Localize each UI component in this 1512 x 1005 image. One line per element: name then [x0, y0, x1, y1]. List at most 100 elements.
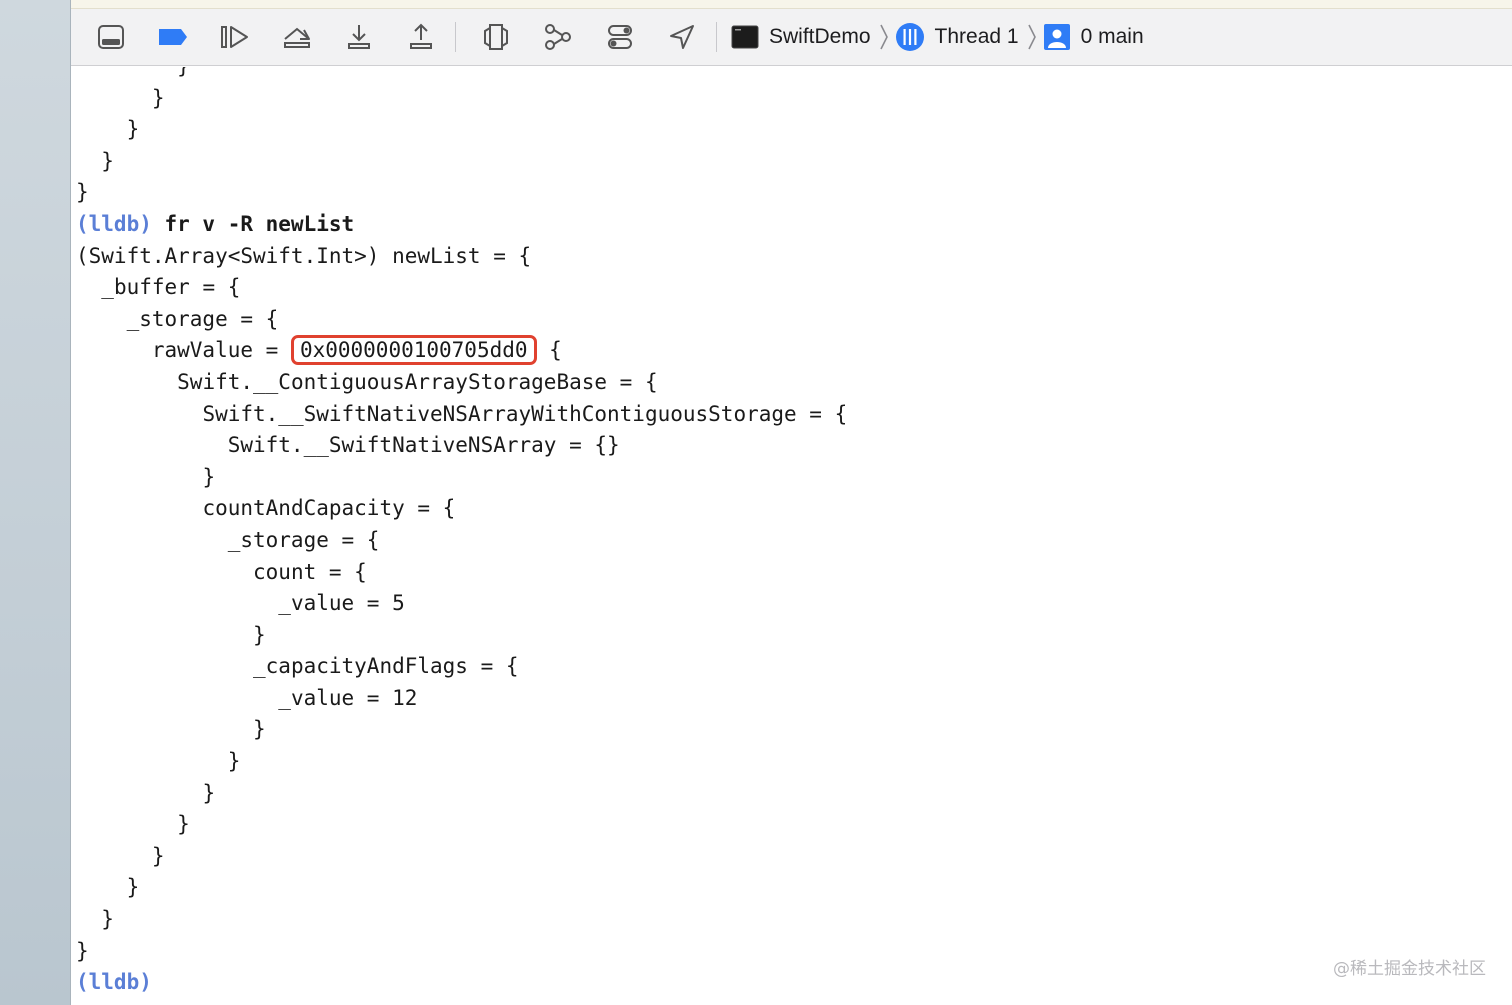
- console-line: }: [76, 841, 847, 873]
- breakpoints-toggle-button[interactable]: [151, 17, 195, 57]
- console-text: }: [101, 907, 114, 932]
- lldb-prompt: (lldb): [76, 211, 152, 236]
- console-line: }: [76, 746, 847, 778]
- step-over-icon: [284, 27, 310, 48]
- console-line: _value = 5: [76, 588, 847, 620]
- breadcrumb-label: Thread 1: [934, 25, 1019, 48]
- console-line: }: [76, 904, 847, 936]
- console-line: rawValue = 0x0000000100705dd0 {: [76, 335, 847, 367]
- environment-overrides-button[interactable]: [598, 17, 642, 57]
- console-line: }: [76, 620, 847, 652]
- console-text: }: [253, 622, 266, 647]
- console-text: _buffer = {: [101, 275, 241, 300]
- sidebar-edge: [0, 0, 71, 1005]
- continue-icon: [221, 26, 248, 48]
- editor-top-edge: [71, 0, 1512, 9]
- chevron-right-icon: [1027, 24, 1036, 50]
- console-text: (Swift.Array<Swift.Int>) newList = {: [76, 243, 532, 268]
- console-text: _capacityAndFlags = {: [253, 654, 519, 679]
- console-text: _value = 5: [278, 591, 405, 616]
- console-text: Swift.__SwiftNativeNSArray = {}: [227, 433, 620, 458]
- toolbar-separator: [455, 22, 456, 52]
- view-hierarchy-icon: [484, 24, 508, 50]
- console-line: _value = 12: [76, 683, 847, 715]
- step-out-icon: [410, 23, 432, 49]
- debug-area-icon: [98, 25, 124, 49]
- console-text: {: [536, 338, 562, 363]
- console-line: count = {: [76, 557, 847, 589]
- console-text: }: [126, 117, 140, 142]
- console-line: }: [76, 714, 847, 746]
- console-text: }: [151, 85, 165, 110]
- console-line: Swift.__ContiguousArrayStorageBase = {: [76, 367, 847, 399]
- console-text: Swift.__ContiguousArrayStorageBase = {: [177, 369, 658, 394]
- console-text: }: [76, 938, 89, 963]
- lldb-console[interactable]: } } } }} (lldb) fr v -R newList(Swift.Arr…: [71, 67, 1512, 1005]
- step-into-button[interactable]: [337, 17, 381, 57]
- console-line: }: [76, 67, 847, 83]
- console-line: _capacityAndFlags = {: [76, 651, 847, 683]
- hide-debug-area-button[interactable]: [89, 17, 133, 57]
- console-line: }: [76, 177, 847, 209]
- thread-icon: [895, 23, 924, 51]
- simulate-location-button[interactable]: [660, 17, 704, 57]
- console-text: }: [177, 812, 190, 837]
- console-text: _value = 12: [278, 685, 418, 710]
- console-text: }: [202, 464, 216, 489]
- step-into-icon: [348, 25, 370, 49]
- console-text: }: [151, 843, 165, 868]
- console-text: }: [101, 148, 114, 173]
- console-text: _storage = {: [126, 306, 279, 331]
- console-text: }: [227, 749, 241, 774]
- debug-memory-graph-button[interactable]: [536, 17, 580, 57]
- console-line: }: [76, 936, 847, 968]
- highlighted-address: 0x0000000100705dd0: [290, 335, 537, 366]
- breadcrumb-label: 0 main: [1080, 25, 1144, 48]
- location-icon: [670, 25, 694, 49]
- console-line: (lldb) fr v -R newList: [76, 209, 847, 241]
- console-line: }: [76, 83, 847, 115]
- console-line: _storage = {: [76, 304, 847, 336]
- breadcrumb-frame[interactable]: 0 main: [1043, 23, 1144, 51]
- console-line: Swift.__SwiftNativeNSArrayWithContiguous…: [76, 399, 847, 431]
- console-line: _buffer = {: [76, 272, 847, 304]
- step-over-button[interactable]: [275, 17, 319, 57]
- debug-bar: SwiftDemo Thread 1 0 main: [71, 9, 1512, 66]
- environment-overrides-icon: [608, 25, 632, 49]
- lldb-prompt: (lldb): [76, 970, 152, 995]
- debug-view-hierarchy-button[interactable]: [474, 17, 518, 57]
- step-out-button[interactable]: [399, 17, 443, 57]
- watermark: @稀土掘金技术社区: [1333, 959, 1486, 979]
- breadcrumb-thread[interactable]: Thread 1: [895, 22, 1043, 52]
- console-text: }: [177, 67, 190, 78]
- console-line: }: [76, 462, 847, 494]
- breadcrumb-process[interactable]: SwiftDemo: [731, 23, 895, 51]
- console-text: }: [76, 180, 89, 205]
- continue-button[interactable]: [213, 17, 257, 57]
- stack-frame-icon: [1043, 24, 1070, 50]
- console-output: } } } }} (lldb) fr v -R newList(Swift.Arr…: [76, 67, 847, 999]
- console-text: }: [253, 717, 266, 742]
- console-line: Swift.__SwiftNativeNSArray = {}: [76, 430, 847, 462]
- memory-graph-icon: [545, 24, 571, 50]
- console-line: }: [76, 146, 847, 178]
- console-text: }: [126, 875, 140, 900]
- console-line: (lldb): [76, 967, 847, 999]
